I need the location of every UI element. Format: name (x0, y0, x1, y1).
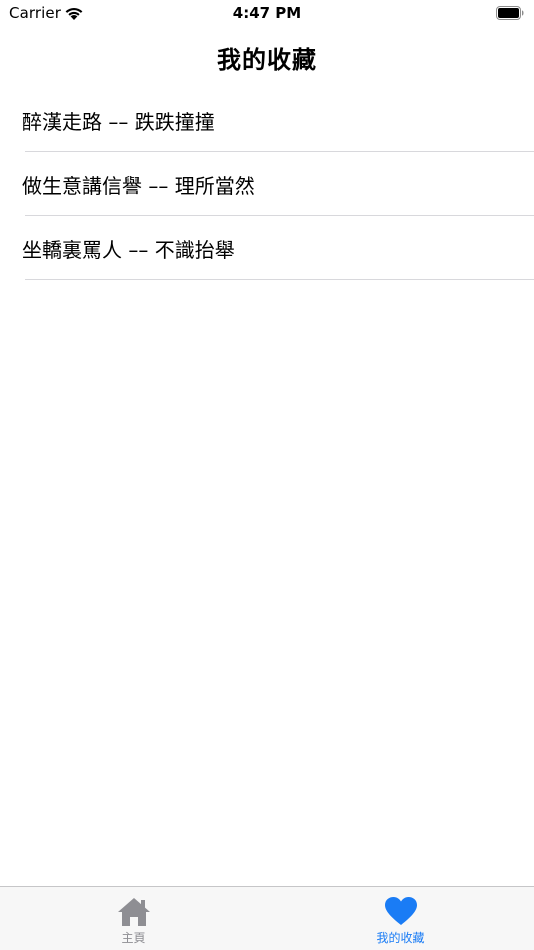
tab-bar: 主頁 我的收藏 (0, 886, 534, 950)
list-item[interactable]: 醉漢走路 –– 跌跌撞撞 (0, 88, 534, 152)
battery-icon (496, 6, 524, 20)
list-item[interactable]: 做生意講信譽 –– 理所當然 (0, 152, 534, 216)
tab-home-label: 主頁 (121, 931, 146, 945)
tab-home[interactable]: 主頁 (0, 887, 267, 950)
status-time: 4:47 PM (232, 4, 302, 22)
heart-icon (384, 897, 417, 925)
list-item-label: 坐轎裏罵人 –– 不識抬舉 (22, 237, 235, 262)
tab-favorites-label: 我的收藏 (376, 931, 425, 945)
home-icon (117, 898, 150, 926)
list-item-label: 醉漢走路 –– 跌跌撞撞 (22, 109, 215, 134)
list-item-label: 做生意講信譽 –– 理所當然 (22, 173, 255, 198)
tab-favorites[interactable]: 我的收藏 (267, 887, 534, 950)
status-bar: Carrier 4:47 PM (0, 0, 534, 28)
list-item[interactable]: 坐轎裏罵人 –– 不識抬舉 (0, 216, 534, 280)
page-title: 我的收藏 (217, 46, 317, 74)
favorites-list: 醉漢走路 –– 跌跌撞撞 做生意講信譽 –– 理所當然 坐轎裏罵人 –– 不識抬… (0, 88, 534, 280)
